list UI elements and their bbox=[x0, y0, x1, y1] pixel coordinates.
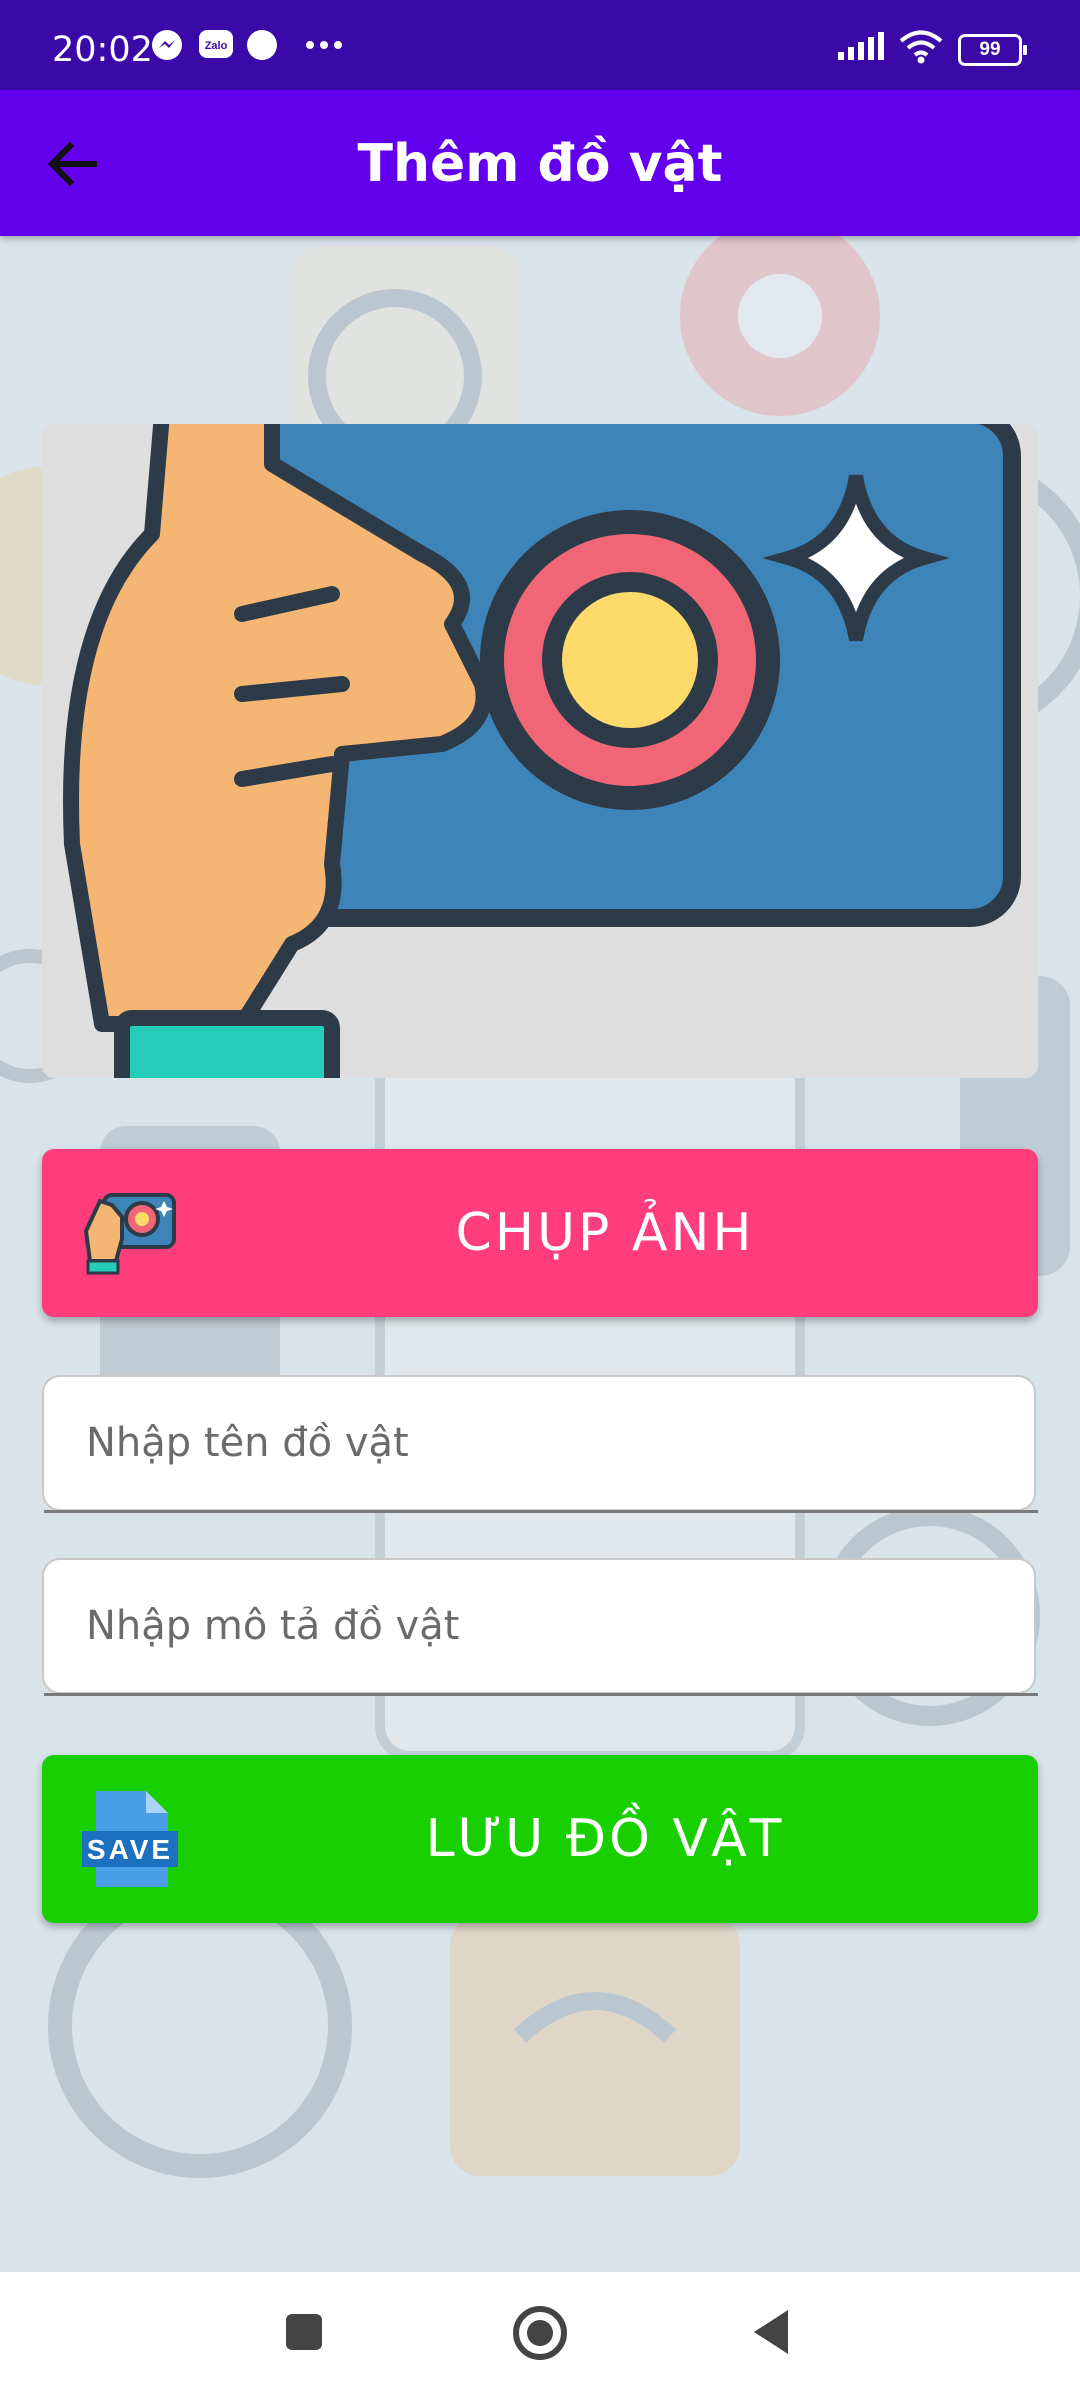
recents-button[interactable] bbox=[280, 2302, 328, 2367]
home-circle-icon bbox=[509, 2306, 571, 2368]
square-icon bbox=[280, 2314, 328, 2366]
battery-level: 99 bbox=[979, 38, 1001, 60]
item-description-input[interactable] bbox=[44, 1560, 1034, 1692]
capture-photo-button[interactable]: CHỤP ẢNH bbox=[42, 1149, 1038, 1317]
app-bar: Thêm đồ vật bbox=[0, 90, 1080, 236]
home-button[interactable] bbox=[509, 2302, 571, 2369]
navigation-bar bbox=[0, 2272, 1080, 2400]
triangle-back-icon bbox=[748, 2310, 796, 2366]
zalo-icon: Zalo bbox=[198, 28, 234, 67]
messenger-icon bbox=[150, 28, 184, 67]
more-icon bbox=[302, 28, 346, 67]
item-name-field[interactable] bbox=[42, 1375, 1038, 1513]
page-title: Thêm đồ vật bbox=[357, 134, 723, 194]
zalo-text: Zalo bbox=[205, 40, 228, 52]
photo-preview bbox=[42, 424, 1038, 1078]
status-bar: 20:02 Zalo 99 bbox=[0, 0, 1080, 90]
item-name-input[interactable] bbox=[44, 1377, 1034, 1509]
item-description-field[interactable] bbox=[42, 1558, 1038, 1696]
content-area: CHỤP ẢNH SAVE LƯU ĐỒ VẬT bbox=[0, 236, 1080, 2272]
nav-back-button[interactable] bbox=[748, 2302, 796, 2367]
wifi-icon bbox=[898, 30, 944, 69]
battery-icon: 99 bbox=[958, 33, 1027, 66]
save-item-label: LƯU ĐỒ VẬT bbox=[425, 1809, 785, 1869]
signal-icon bbox=[836, 32, 884, 67]
dot-icon bbox=[245, 28, 279, 67]
status-time: 20:02 bbox=[52, 30, 153, 70]
save-item-button[interactable]: SAVE LƯU ĐỒ VẬT bbox=[42, 1755, 1038, 1923]
capture-photo-label: CHỤP ẢNH bbox=[455, 1203, 755, 1263]
hand-camera-illustration bbox=[42, 424, 1038, 1078]
